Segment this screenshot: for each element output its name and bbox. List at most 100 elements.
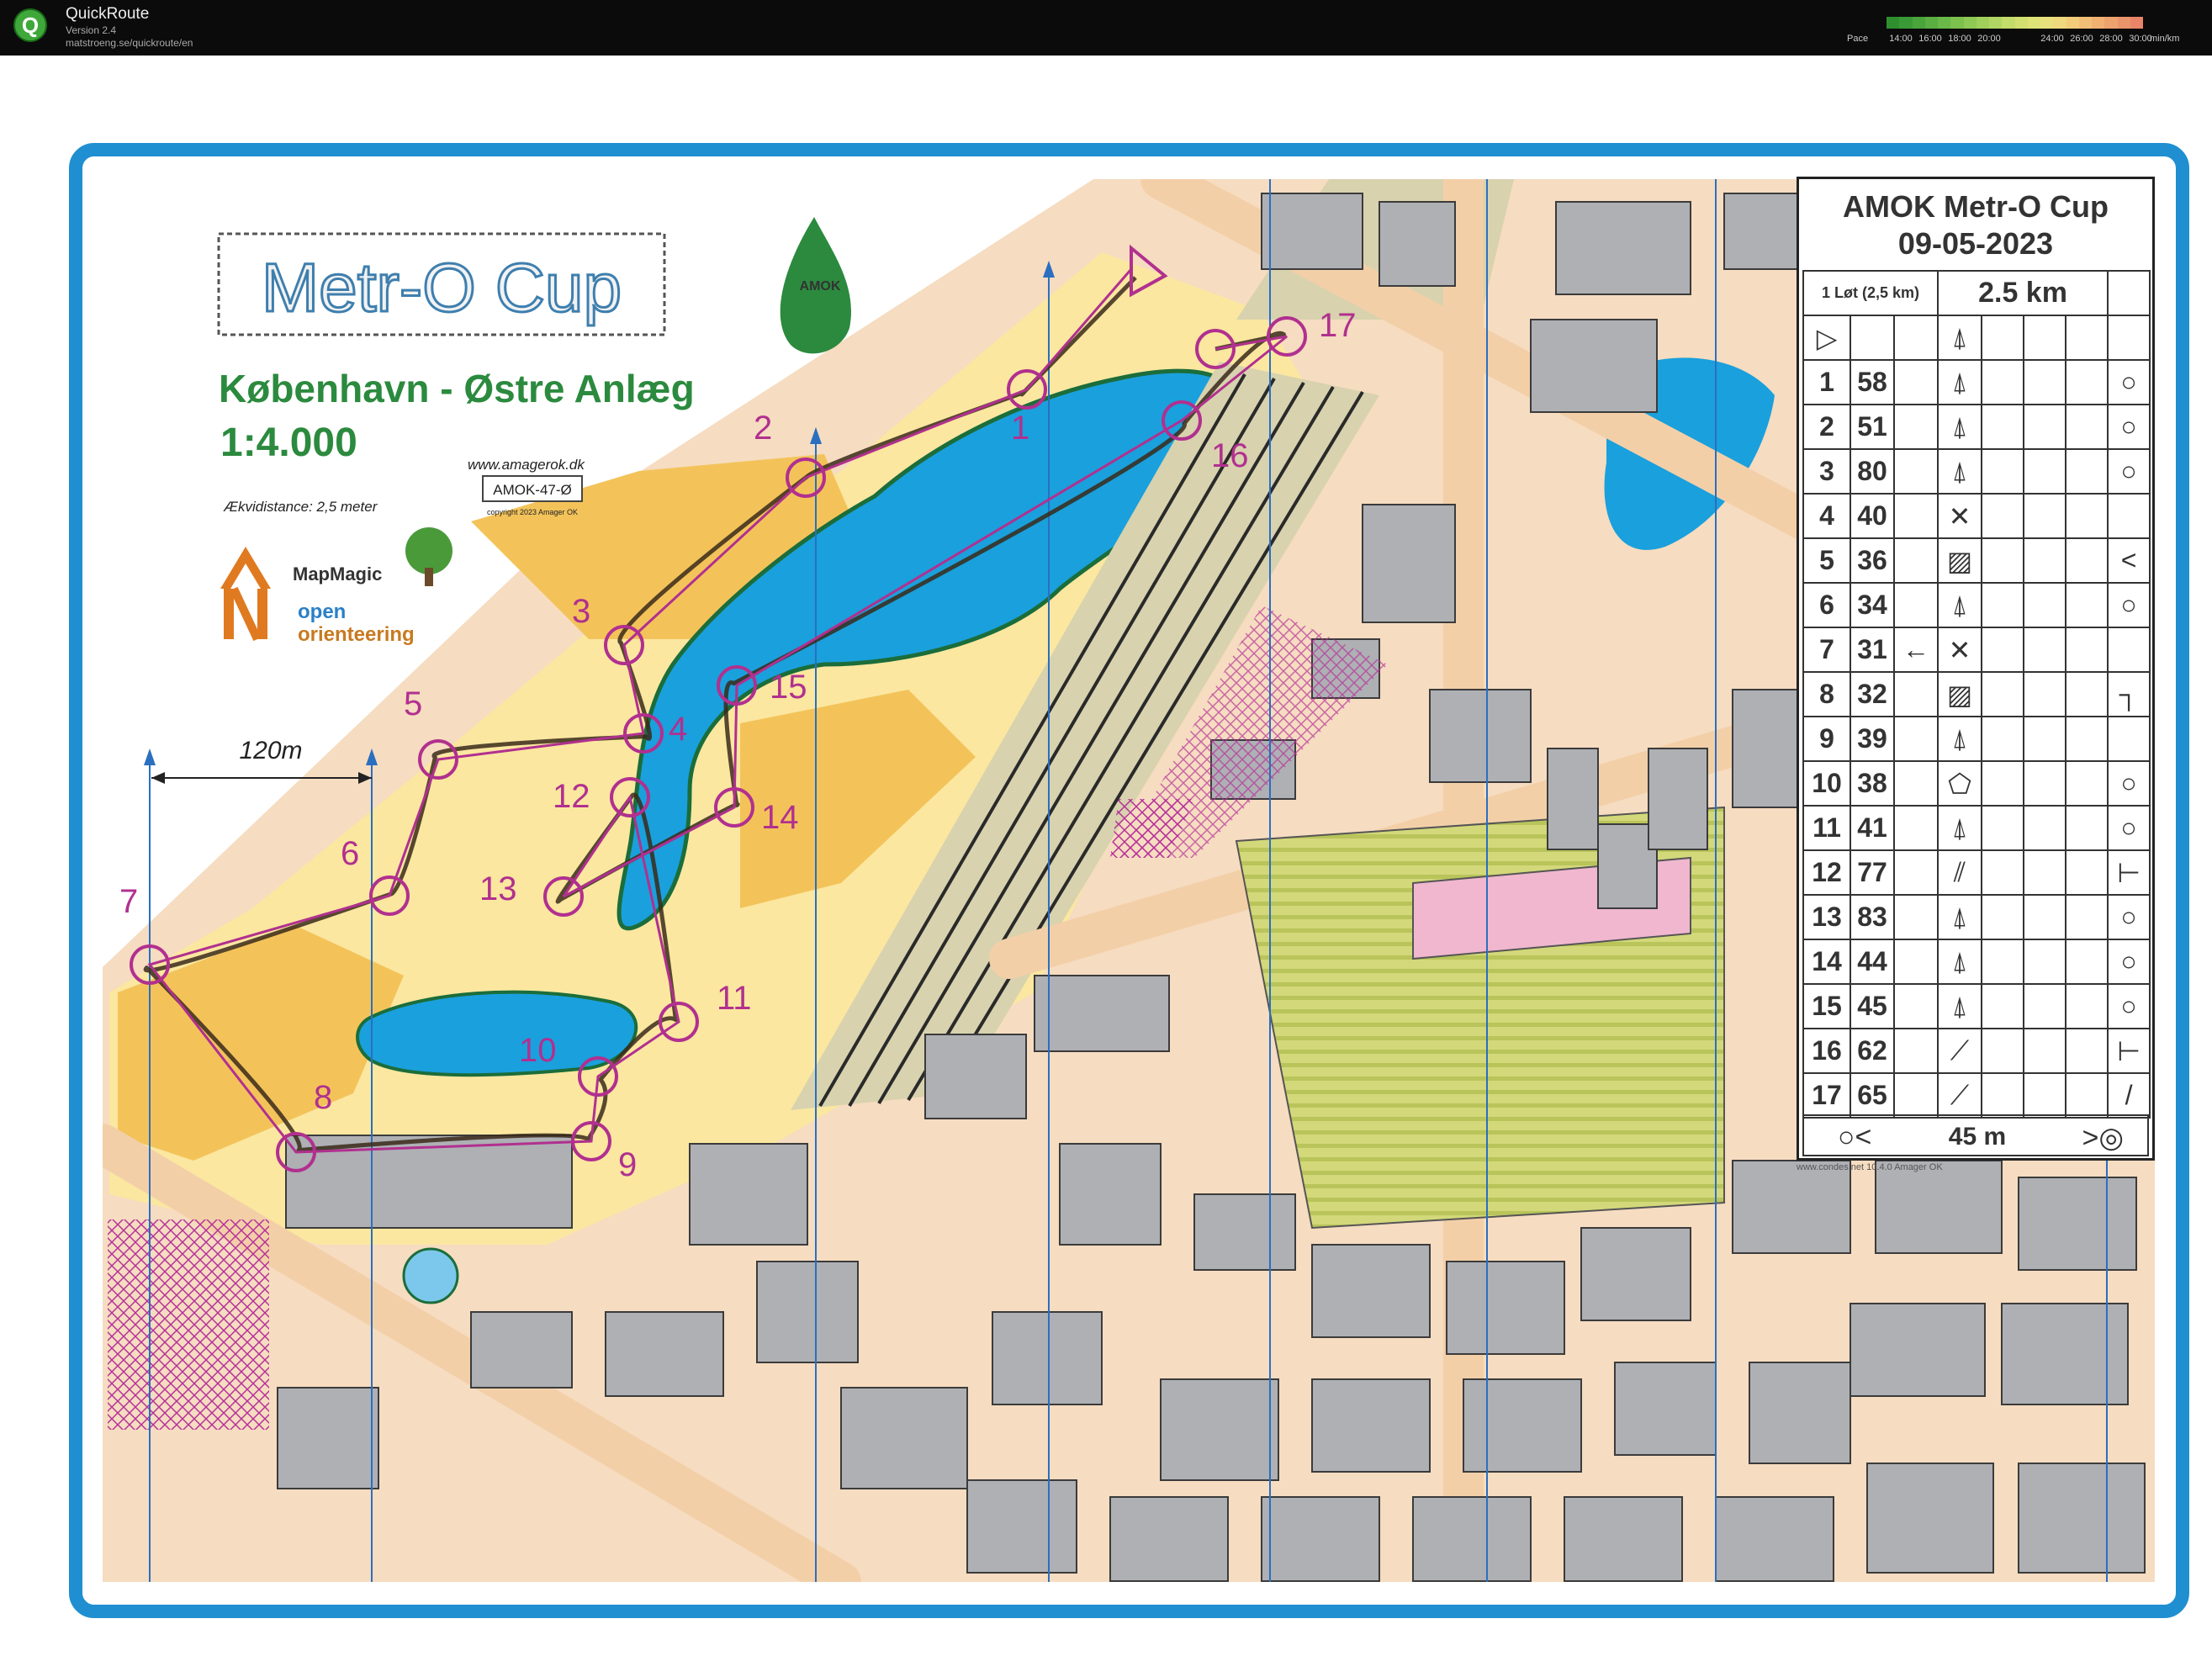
control-code: 80 xyxy=(1850,448,1895,495)
app-url[interactable]: matstroeng.se/quickroute/en xyxy=(66,37,193,49)
control-code: 45 xyxy=(1850,983,1895,1029)
col-c xyxy=(1893,849,1939,896)
col-c xyxy=(1893,894,1939,940)
col-c xyxy=(1893,537,1939,584)
col-e xyxy=(1981,849,2024,896)
pace-color-step xyxy=(2014,17,2028,29)
col-h: ○ xyxy=(2107,359,2151,405)
col-f xyxy=(2023,1072,2066,1119)
col-e xyxy=(1981,671,2024,717)
pace-color-step xyxy=(2092,17,2105,29)
col-g xyxy=(2064,627,2109,673)
control-seq: 14 xyxy=(1802,939,1851,985)
event-title: AMOK Metr-O Cup xyxy=(1843,189,2109,224)
pace-color-step xyxy=(1887,17,1900,29)
control-number: 16 xyxy=(1211,437,1249,474)
start-icon: ▷ xyxy=(1802,315,1851,361)
control-number: 5 xyxy=(404,685,422,722)
control-description-row: 2 51 ⍋ ○ xyxy=(1802,404,2151,450)
col-f xyxy=(2023,1028,2066,1074)
building-block xyxy=(470,1311,573,1389)
map-copyright: copyright 2023 Amager OK xyxy=(487,508,578,516)
col-c xyxy=(1893,359,1939,405)
col-c xyxy=(1893,760,1939,807)
svg-text:AMOK: AMOK xyxy=(800,279,841,294)
col-g xyxy=(2064,359,2109,405)
col-g xyxy=(2064,671,2109,717)
building-block xyxy=(924,1034,1027,1119)
control-seq: 12 xyxy=(1802,849,1851,896)
building-block xyxy=(1530,319,1658,413)
col-f xyxy=(2023,493,2066,539)
col-c: ← xyxy=(1893,627,1939,673)
building-block xyxy=(1614,1362,1717,1456)
building-block xyxy=(1732,1160,1851,1254)
col-e xyxy=(1981,805,2024,851)
control-number: 10 xyxy=(519,1032,557,1069)
pace-color-step xyxy=(2066,17,2079,29)
building-block xyxy=(1850,1303,1986,1397)
building-block xyxy=(1261,193,1363,270)
control-descriptions-table: 1 Løt (2,5 km) 2.5 km ▷ ⍋ 1 58 ⍋ ○ 2 51 ⍋ ○ 3 80 ⍋… xyxy=(1802,270,2151,1119)
pace-color-step xyxy=(1912,17,1925,29)
control-seq: 9 xyxy=(1802,716,1851,762)
col-e xyxy=(1981,1072,2024,1119)
building-block xyxy=(1749,1362,1851,1464)
pace-color-step xyxy=(2002,17,2015,29)
control-description-row: 9 39 ⍋ xyxy=(1802,716,2151,762)
map-paper: 1 2 3 4 5 6 7 8 9 10 11 12 13 14 15 16 17 Metr-O Cup AMO… xyxy=(0,56,2212,1661)
col-h: ○ xyxy=(2107,760,2151,807)
col-f xyxy=(2023,805,2066,851)
control-number: 9 xyxy=(618,1146,637,1183)
col-h: ┐ xyxy=(2107,671,2151,717)
pace-color-step xyxy=(1938,17,1951,29)
col-h: ○ xyxy=(2107,983,2151,1029)
metro-cup-logo: Metr-O Cup xyxy=(262,250,622,326)
col-e xyxy=(1981,939,2024,985)
control-description-row: 17 65 ⟋ / xyxy=(1802,1072,2151,1119)
control-description-row: 12 77 ⫽ ⊢ xyxy=(1802,849,2151,896)
col-e xyxy=(1981,627,2024,673)
col-h: ⊢ xyxy=(2107,1028,2151,1074)
pace-color-step xyxy=(2104,17,2118,29)
control-seq: 13 xyxy=(1802,894,1851,940)
col-g xyxy=(2064,404,2109,450)
quickroute-logo-icon: Q xyxy=(13,8,47,42)
col-e xyxy=(1981,1028,2024,1074)
col-g xyxy=(2064,760,2109,807)
pace-tick: 16:00 xyxy=(1918,34,1942,44)
col-e xyxy=(1981,404,2024,450)
col-f xyxy=(2023,760,2066,807)
control-code: 31 xyxy=(1850,627,1895,673)
control-code: 36 xyxy=(1850,537,1895,584)
control-description-row: 6 34 ⍋ ○ xyxy=(1802,582,2151,628)
course-length: 2.5 km xyxy=(1936,270,2109,316)
building-block xyxy=(1580,1227,1691,1321)
col-d: ⫽ xyxy=(1937,849,1982,896)
pace-color-step xyxy=(1924,17,1938,29)
col-g xyxy=(2064,448,2109,495)
col-h: / xyxy=(2107,1072,2151,1119)
map-scale: 1:4.000 xyxy=(220,421,357,465)
control-seq: 10 xyxy=(1802,760,1851,807)
control-code: 62 xyxy=(1850,1028,1895,1074)
col-g xyxy=(2064,805,2109,851)
col-g xyxy=(2064,939,2109,985)
col-d: ⍋ xyxy=(1937,716,1982,762)
building-block xyxy=(2018,1463,2146,1574)
col-h: ○ xyxy=(2107,894,2151,940)
pace-color-step xyxy=(1899,17,1913,29)
building-block xyxy=(1109,1496,1229,1582)
control-code: 34 xyxy=(1850,582,1895,628)
pace-color-step xyxy=(2027,17,2040,29)
col-f xyxy=(2023,671,2066,717)
col-f xyxy=(2023,359,2066,405)
pace-color-scale xyxy=(1887,17,2143,29)
control-description-row: 1 58 ⍋ ○ xyxy=(1802,359,2151,405)
control-description-row: 3 80 ⍋ ○ xyxy=(1802,448,2151,495)
control-seq: 6 xyxy=(1802,582,1851,628)
pace-color-step xyxy=(1989,17,2003,29)
event-date: 09-05-2023 xyxy=(1897,226,2054,261)
building-block xyxy=(966,1479,1077,1574)
control-code: 39 xyxy=(1850,716,1895,762)
